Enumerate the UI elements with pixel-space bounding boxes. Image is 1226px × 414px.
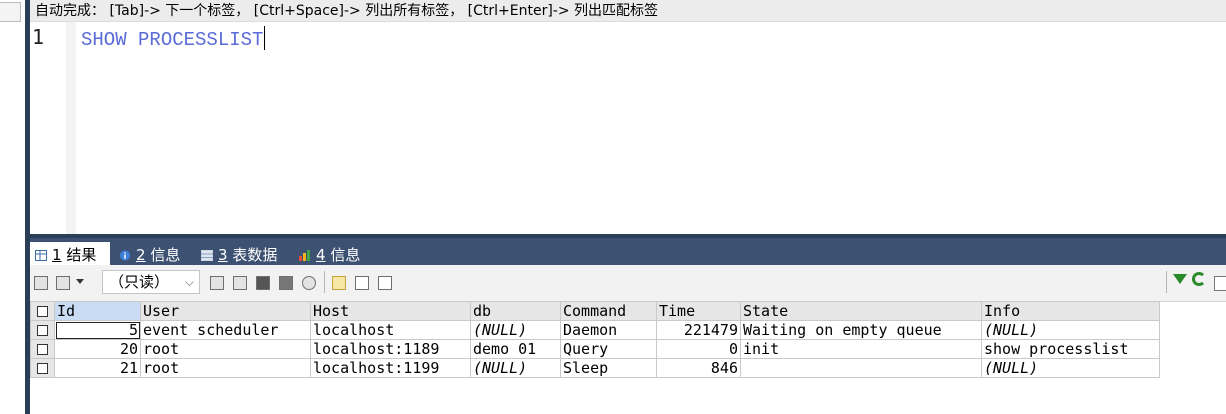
cell-state[interactable]	[740, 358, 982, 378]
filter-icon[interactable]	[1173, 274, 1187, 284]
cell-info[interactable]: show processlist	[981, 339, 1160, 359]
delete-icon[interactable]	[279, 276, 293, 290]
results-panel: 1 结果 2 信息 3 表数据 4 信息 （只读） ⌵ Id User Host…	[30, 234, 1226, 414]
cell-state[interactable]: init	[740, 339, 982, 359]
text-caret	[264, 26, 266, 50]
column-header-time[interactable]: Time	[656, 301, 741, 321]
cell-command[interactable]: Daemon	[560, 320, 657, 340]
cell-user[interactable]: event scheduler	[140, 320, 311, 340]
cell-host[interactable]: localhost	[310, 320, 471, 340]
cell-id[interactable]: 20	[54, 339, 141, 359]
cell-host[interactable]: localhost:1199	[310, 358, 471, 378]
tab-label: 表数据	[232, 246, 278, 264]
table-row[interactable]: 21 root localhost:1199 (NULL) Sleep 846 …	[30, 358, 1160, 378]
line-number: 1	[32, 25, 45, 49]
select-all-checkbox[interactable]	[30, 301, 55, 321]
text-view-icon[interactable]	[378, 276, 392, 290]
code-text: SHOW PROCESSLIST	[81, 29, 264, 51]
cell-host[interactable]: localhost:1189	[310, 339, 471, 359]
cell-time[interactable]: 221479	[656, 320, 741, 340]
tab-number: 1	[52, 246, 62, 264]
form-view-icon[interactable]	[355, 276, 369, 290]
fold-margin	[66, 22, 76, 234]
autocomplete-hint: 自动完成： [Tab]-> 下一个标签， [Ctrl+Space]-> 列出所有…	[30, 0, 1226, 22]
readonly-select[interactable]: （只读） ⌵	[102, 270, 200, 294]
cell-user[interactable]: root	[140, 339, 311, 359]
cell-db[interactable]: demo 01	[470, 339, 561, 359]
cell-command[interactable]: Query	[560, 339, 657, 359]
cell-user[interactable]: root	[140, 358, 311, 378]
table-row[interactable]: 20 root localhost:1189 demo 01 Query 0 i…	[30, 339, 1160, 359]
grid-view-icon[interactable]	[332, 276, 346, 290]
cell-time[interactable]: 846	[656, 358, 741, 378]
left-panel-strip	[0, 0, 31, 414]
info-icon	[119, 250, 131, 261]
insert-row-icon[interactable]	[210, 276, 224, 290]
duplicate-row-icon[interactable]	[233, 276, 247, 290]
row-checkbox[interactable]	[30, 320, 55, 340]
column-header-state[interactable]: State	[740, 301, 982, 321]
checkbox[interactable]	[37, 363, 48, 374]
left-panel-tab[interactable]	[0, 2, 21, 22]
header-row: Id User Host db Command Time State Info	[30, 301, 1160, 321]
table-row[interactable]: 5 event scheduler localhost (NULL) Daemo…	[30, 320, 1160, 340]
checkbox[interactable]	[37, 344, 48, 355]
checkbox[interactable]	[37, 306, 48, 317]
row-checkbox[interactable]	[30, 358, 55, 378]
cell-command[interactable]: Sleep	[560, 358, 657, 378]
cell-info[interactable]: (NULL)	[981, 320, 1160, 340]
tab-label: 结果	[66, 246, 97, 264]
cell-info[interactable]: (NULL)	[981, 358, 1160, 378]
dropdown-arrow-icon[interactable]	[76, 279, 84, 284]
column-header-db[interactable]: db	[470, 301, 561, 321]
table-icon	[201, 250, 213, 261]
chart-icon	[299, 250, 310, 261]
refresh-icon[interactable]	[1192, 272, 1206, 286]
checkbox[interactable]	[37, 325, 48, 336]
tab-label: 信息	[330, 246, 361, 264]
tab-label: 信息	[150, 246, 181, 264]
copy-rows-icon[interactable]	[56, 276, 70, 290]
export-icon[interactable]	[34, 276, 48, 290]
cancel-icon[interactable]	[302, 276, 316, 290]
column-header-info[interactable]: Info	[981, 301, 1160, 321]
query-editor[interactable]: 自动完成： [Tab]-> 下一个标签， [Ctrl+Space]-> 列出所有…	[30, 0, 1226, 234]
cell-db[interactable]: (NULL)	[470, 358, 561, 378]
toolbar-divider	[1166, 271, 1167, 293]
more-icon[interactable]	[1214, 276, 1226, 291]
cell-time[interactable]: 0	[656, 339, 741, 359]
tab-number: 2	[136, 246, 146, 264]
row-checkbox[interactable]	[30, 339, 55, 359]
toolbar-divider	[324, 271, 325, 293]
cell-db[interactable]: (NULL)	[470, 320, 561, 340]
cell-state[interactable]: Waiting on empty queue	[740, 320, 982, 340]
results-toolbar: （只读） ⌵	[30, 265, 1226, 302]
grid-icon	[35, 250, 47, 261]
column-header-command[interactable]: Command	[560, 301, 657, 321]
save-icon[interactable]	[256, 276, 270, 290]
cell-id[interactable]: 5	[54, 320, 141, 340]
column-header-id[interactable]: Id	[54, 301, 141, 321]
readonly-label: （只读）	[109, 273, 170, 291]
column-header-host[interactable]: Host	[310, 301, 471, 321]
tab-number: 3	[218, 246, 228, 264]
results-tab-bar: 1 结果 2 信息 3 表数据 4 信息	[30, 234, 1226, 269]
result-grid: Id User Host db Command Time State Info …	[30, 301, 1160, 378]
column-header-user[interactable]: User	[140, 301, 311, 321]
tab-number: 4	[316, 246, 326, 264]
code-line[interactable]: SHOW PROCESSLIST	[81, 26, 266, 51]
chevron-down-icon: ⌵	[184, 275, 194, 289]
cell-id[interactable]: 21	[54, 358, 141, 378]
